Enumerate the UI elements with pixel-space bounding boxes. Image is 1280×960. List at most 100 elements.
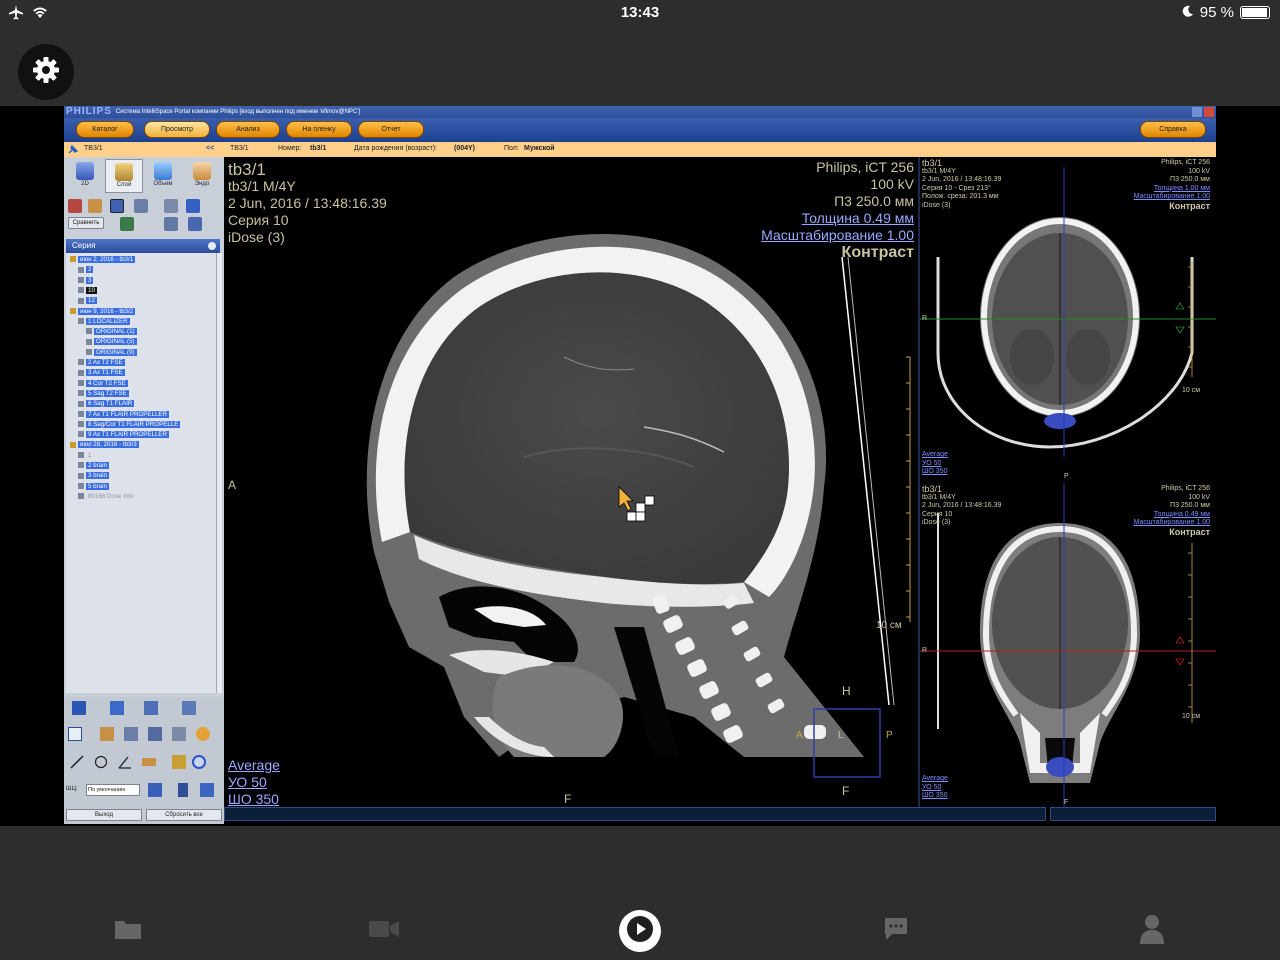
preset-icon[interactable] (148, 783, 162, 797)
link-icon[interactable] (164, 217, 178, 231)
tree-item[interactable]: 5 Sag T2 FSE (78, 389, 129, 398)
tab-report[interactable]: Отчет (358, 121, 424, 138)
book-icon[interactable] (182, 701, 196, 715)
tab-endo[interactable]: Эндо (183, 159, 221, 193)
roi-tool-icon[interactable] (192, 755, 206, 769)
compare-button[interactable]: Сравнить (68, 217, 104, 229)
reset-all-button[interactable]: Сбросить все (146, 809, 222, 821)
zoom-tool-icon[interactable] (124, 727, 138, 741)
tree-item[interactable]: 3 Ax T1 FSE (78, 368, 125, 377)
tree-item-label: 1 (88, 451, 92, 459)
color-tool-icon[interactable] (196, 727, 210, 741)
coronal-thickness-link[interactable]: Толщина 0.49 мм (1134, 511, 1210, 520)
tree-item[interactable]: 2 (78, 265, 94, 274)
tab-analysis[interactable]: Анализ (216, 121, 280, 138)
tab-view[interactable]: Просмотр (144, 121, 210, 138)
tree-item[interactable]: июн 9, 2016 - tb3/2 (70, 307, 136, 316)
layout-icon[interactable] (186, 199, 200, 213)
tree-item-label: 7 Ax T1 FLAIR PROPELLER (86, 410, 169, 418)
folder-button[interactable] (111, 914, 145, 948)
video-button[interactable] (367, 914, 401, 948)
pointer-tool-icon[interactable] (68, 727, 82, 741)
tree-item[interactable]: 1 (78, 451, 93, 460)
spine-icon[interactable] (164, 199, 178, 213)
angle-tool-icon[interactable] (118, 755, 132, 769)
tree-item[interactable]: ORIGINAL (1) (86, 327, 137, 336)
camera-icon[interactable] (110, 701, 124, 715)
pan-tool-icon[interactable] (100, 727, 114, 741)
average-link[interactable]: Average (228, 757, 280, 774)
axial-window-width[interactable]: ШО 350 (922, 468, 948, 477)
tree-item[interactable]: 80168 Dose Info (78, 492, 135, 501)
tree-item[interactable]: июн 2, 2016 - tb3/1 (70, 255, 136, 264)
tree-item[interactable]: 4 Cor T2 FSE (78, 379, 128, 388)
tree-item[interactable]: 2 brain (78, 461, 109, 470)
settings-button[interactable] (18, 44, 74, 100)
annotation-tool-icon[interactable] (172, 755, 186, 769)
print-icon[interactable] (178, 783, 188, 797)
help-button[interactable]: Справка (1140, 121, 1206, 138)
series-node-icon (78, 266, 84, 273)
preset-select[interactable]: По умолчанию (86, 784, 140, 796)
tree-item[interactable]: 8 Sag/Cor T1 FLAIR PROPELLE (78, 420, 181, 429)
rotate-tool-icon[interactable] (172, 727, 186, 741)
ellipse-tool-icon[interactable] (94, 755, 108, 769)
tab-film[interactable]: На пленку (286, 121, 352, 138)
axial-viewport[interactable]: tb3/1 tb3/1 M/4Y 2 Jun, 2016 / 13:48:16.… (920, 157, 1216, 483)
tree-item[interactable]: 9 Ax T1 FLAIR PROPELLER (78, 430, 169, 439)
save-icon[interactable] (72, 701, 86, 715)
close-button[interactable] (1204, 107, 1214, 117)
export-icon[interactable] (188, 217, 202, 231)
sagittal-viewport[interactable]: tb3/1 tb3/1 M/4Y 2 Jun, 2016 / 13:48:16.… (224, 157, 918, 809)
tree-item[interactable]: 2 Ax T2 FSE (78, 358, 125, 367)
zoom-link[interactable]: Масштабирование 1.00 (761, 227, 914, 244)
side-scrollbar[interactable] (1050, 807, 1216, 821)
head-icon[interactable] (88, 199, 102, 213)
grid-icon[interactable] (200, 783, 214, 797)
tree-item[interactable]: июл 28, 2016 - tb3/3 (70, 440, 139, 449)
tab-volume[interactable]: Объем (144, 159, 182, 193)
coronal-viewport[interactable]: tb3/1 tb3/1 M/4Y 2 Jun, 2016 / 13:48:16.… (920, 483, 1216, 809)
collapse-button[interactable]: << (206, 145, 214, 152)
exit-button[interactable]: Выход (66, 809, 142, 821)
chat-button[interactable] (879, 914, 913, 948)
tab-2d[interactable]: 2D (66, 159, 104, 193)
copy-icon[interactable] (144, 701, 158, 715)
tab-slab[interactable]: Слой (105, 159, 143, 193)
tree-item[interactable]: 6 Sag T1 FLAIR (78, 399, 135, 408)
vessel-icon[interactable] (134, 199, 148, 213)
tree-item[interactable]: 3 (78, 276, 94, 285)
coronal-series-number: Серия 10 (922, 510, 953, 518)
axial-average-link[interactable]: Average (922, 451, 948, 460)
tree-item[interactable]: 10 (78, 286, 97, 295)
tree-item[interactable]: 7 Ax T1 FLAIR PROPELLER (78, 410, 169, 419)
window-width[interactable]: ШО 350 (228, 791, 280, 808)
profile-button[interactable] (1135, 914, 1169, 948)
main-scrollbar[interactable] (224, 807, 1046, 821)
play-button[interactable] (619, 910, 661, 952)
tree-item[interactable]: 12 (78, 296, 97, 305)
tree-scrollbar[interactable] (216, 253, 222, 693)
coronal-window-width[interactable]: ШО 350 (922, 792, 948, 801)
tree-item[interactable]: ORIGINAL (9) (86, 348, 137, 357)
tree-item[interactable]: 3 brain (78, 471, 109, 480)
collapse-series-icon[interactable] (208, 242, 216, 250)
thickness-link[interactable]: Толщина 0.49 мм (761, 210, 914, 227)
coronal-window-level[interactable]: УО 50 (922, 784, 948, 793)
line-tool-icon[interactable] (70, 755, 84, 769)
axial-thickness-link[interactable]: Толщина 1.00 мм (1134, 185, 1210, 194)
window-tool-icon[interactable] (148, 727, 162, 741)
tree-item[interactable]: 1 LOCALIZER (78, 317, 130, 326)
tab-catalog[interactable]: Каталог (76, 121, 134, 138)
tree-item[interactable]: 5 brain (78, 482, 109, 491)
window-level[interactable]: УО 50 (228, 774, 280, 791)
endo-icon (193, 162, 211, 180)
coronal-average-link[interactable]: Average (922, 775, 948, 784)
tree-item[interactable]: ORIGINAL (5) (86, 337, 137, 346)
ruler-tool-icon[interactable] (142, 758, 156, 766)
minimize-button[interactable] (1192, 107, 1202, 117)
syringe-icon[interactable] (120, 217, 134, 231)
anatomy-icon[interactable] (68, 199, 82, 213)
brain-icon[interactable] (110, 199, 124, 213)
axial-window-level[interactable]: УО 50 (922, 460, 948, 469)
